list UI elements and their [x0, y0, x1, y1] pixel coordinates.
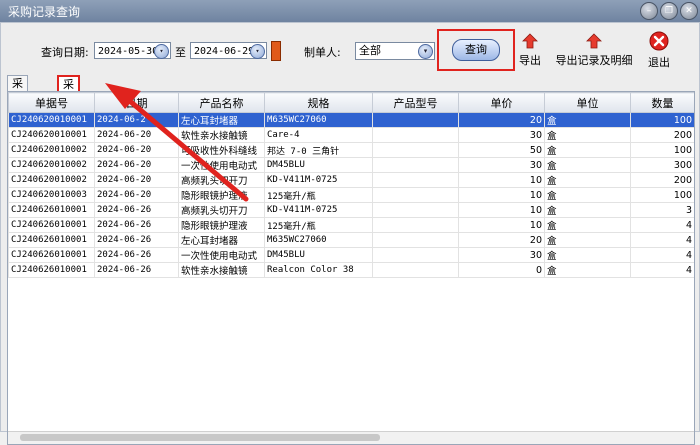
restore-icon[interactable]: ❐ [660, 2, 678, 20]
main-panel: 查询日期: 2024-05-30 ▾ 至 2024-06-29 ▾ 制单人: 全… [0, 22, 700, 445]
annotation-arrow [105, 83, 249, 202]
close-window-icon[interactable]: ✕ [680, 2, 698, 20]
window-title: 采购记录查询 [8, 5, 81, 19]
scrollbar-thumb[interactable] [20, 434, 380, 441]
minimize-icon[interactable]: – [640, 2, 658, 20]
window-titlebar: 采购记录查询 – ❐ ✕ [0, 0, 700, 22]
